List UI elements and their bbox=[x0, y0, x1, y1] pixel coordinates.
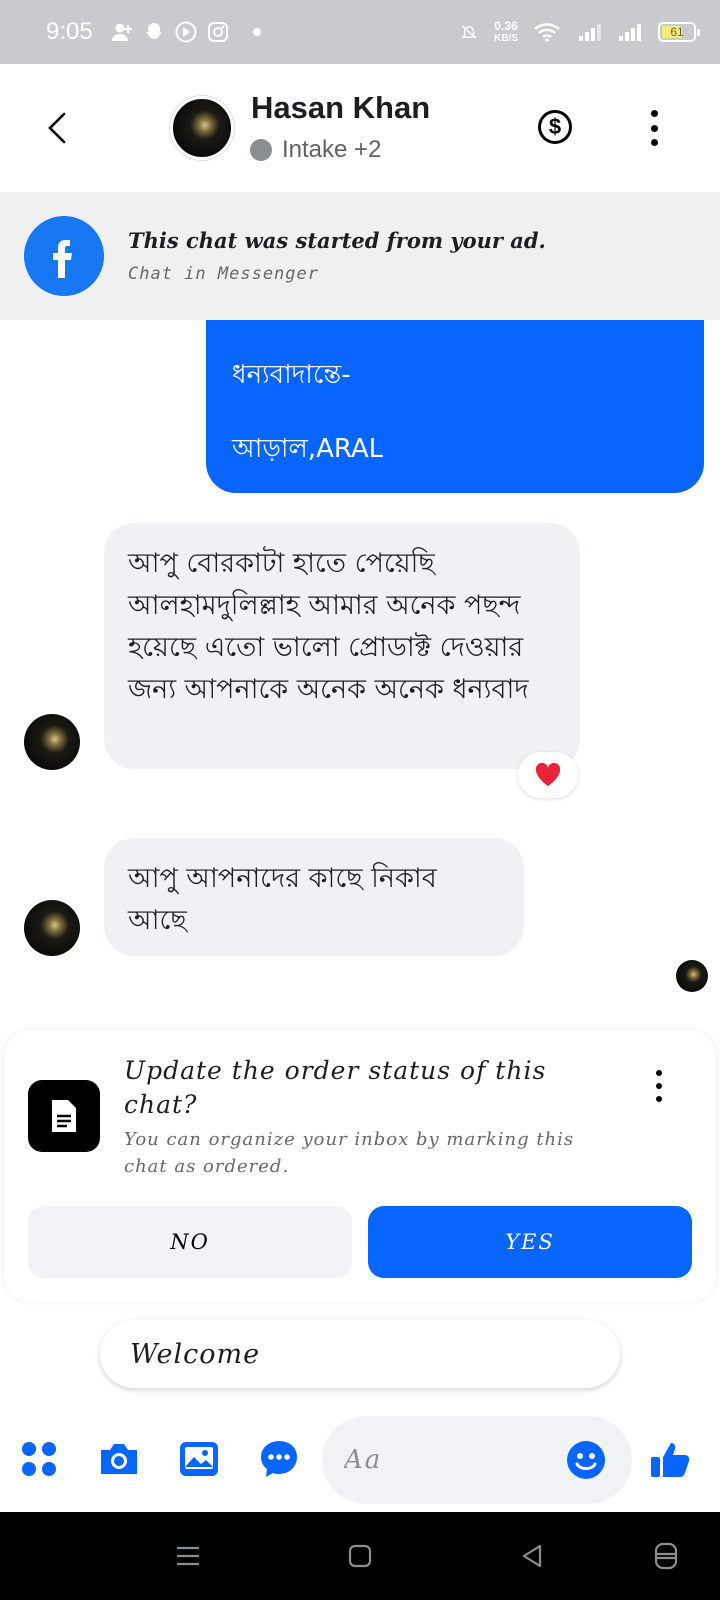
incoming-message[interactable]: আপু বোরকাটা হাতে পেয়েছি আলহামদুলিল্লাহ … bbox=[104, 523, 580, 769]
dollar-icon[interactable]: $ bbox=[538, 110, 572, 144]
dot-icon bbox=[252, 28, 261, 36]
label-dot-icon bbox=[250, 139, 272, 161]
contact-avatar[interactable] bbox=[170, 96, 234, 160]
emoji-icon[interactable] bbox=[566, 1440, 606, 1480]
gallery-icon[interactable] bbox=[174, 1434, 224, 1484]
battery-level: 61 bbox=[670, 25, 684, 39]
signal-icon bbox=[578, 21, 604, 43]
menu-dots-icon[interactable] bbox=[14, 1434, 64, 1484]
wifi-icon bbox=[532, 21, 564, 43]
outgoing-message-line: ধন্যবাদান্তে- bbox=[232, 360, 351, 390]
quick-reply-chip[interactable]: Welcome bbox=[100, 1320, 620, 1388]
contact-name[interactable]: Hasan Khan bbox=[251, 90, 430, 126]
card-more-options-icon[interactable] bbox=[654, 1070, 664, 1102]
outgoing-message-line: আড়াল,ARAL bbox=[232, 434, 384, 464]
facebook-icon bbox=[24, 216, 104, 296]
system-nav-bar bbox=[0, 1512, 720, 1600]
play-icon bbox=[175, 21, 197, 43]
order-status-card: Update the order status of this chat? Yo… bbox=[4, 1030, 716, 1302]
network-speed-value: 0.36 bbox=[494, 18, 518, 33]
order-card-title: Update the order status of this chat? bbox=[124, 1056, 547, 1119]
more-options-icon[interactable] bbox=[648, 110, 660, 146]
contact-label: Intake +2 bbox=[282, 136, 382, 163]
network-speed-unit: KB/S bbox=[494, 32, 518, 44]
instagram-icon bbox=[207, 21, 229, 43]
seen-avatar bbox=[676, 960, 708, 992]
camera-icon[interactable] bbox=[94, 1434, 144, 1484]
no-button[interactable]: NO bbox=[28, 1206, 352, 1278]
ad-banner-subtitle: Chat in Messenger bbox=[128, 264, 319, 284]
sender-avatar[interactable] bbox=[24, 900, 80, 956]
ad-banner-title: This chat was started from your ad. bbox=[128, 228, 546, 253]
snapchat-icon bbox=[143, 21, 165, 43]
message-input[interactable] bbox=[344, 1438, 544, 1482]
sender-avatar[interactable] bbox=[24, 714, 80, 770]
assistant-icon[interactable] bbox=[650, 1540, 682, 1572]
chat-header: Hasan Khan Intake +2 $ bbox=[0, 64, 720, 192]
signal-icon bbox=[618, 21, 644, 43]
network-speed: 0.36 KB/S bbox=[494, 18, 518, 44]
ad-origin-banner: This chat was started from your ad. Chat… bbox=[0, 192, 720, 320]
recent-apps-icon[interactable] bbox=[172, 1540, 204, 1572]
yes-button[interactable]: YES bbox=[368, 1206, 692, 1278]
incoming-message[interactable]: আপু আপনাদের কাছে নিকাব আছে bbox=[104, 838, 524, 956]
back-arrow-icon[interactable] bbox=[42, 110, 72, 146]
contact-label-row[interactable]: Intake +2 bbox=[250, 136, 381, 164]
status-bar: 9:05 0.36 KB/S 61 bbox=[0, 0, 720, 64]
mute-icon bbox=[458, 21, 480, 43]
status-time: 9:05 bbox=[46, 18, 93, 45]
message-composer bbox=[0, 1412, 720, 1508]
order-card-subtitle: You can organize your inbox by marking t… bbox=[124, 1129, 575, 1177]
message-input-box[interactable] bbox=[322, 1416, 632, 1504]
back-nav-icon[interactable] bbox=[516, 1540, 548, 1572]
add-user-icon bbox=[111, 21, 133, 43]
outgoing-message[interactable]: ধন্যবাদান্তে- আড়াল,ARAL bbox=[206, 320, 704, 493]
heart-reaction-icon[interactable] bbox=[518, 752, 578, 798]
battery-icon: 61 bbox=[658, 22, 700, 42]
thumbs-up-icon[interactable] bbox=[646, 1434, 696, 1484]
document-icon bbox=[28, 1080, 100, 1152]
home-icon[interactable] bbox=[344, 1540, 376, 1572]
chat-bubble-icon[interactable] bbox=[254, 1434, 304, 1484]
